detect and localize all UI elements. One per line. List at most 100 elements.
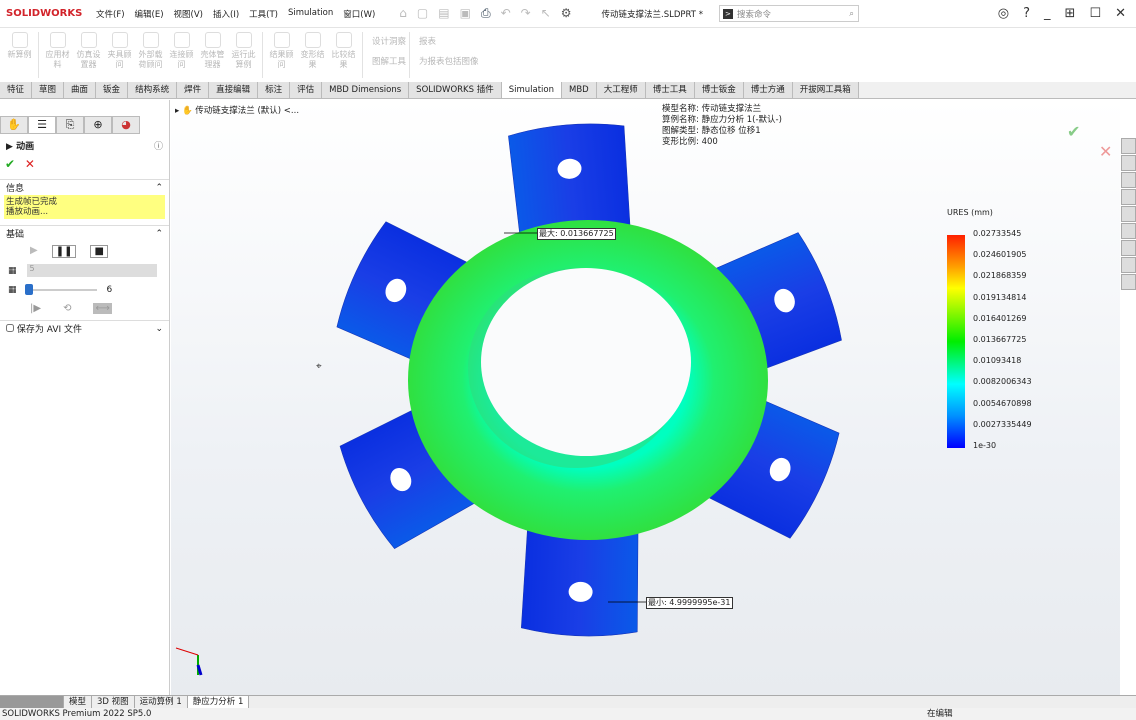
bottom-tab[interactable]: 运动算例 1 — [135, 696, 188, 708]
info-section-header[interactable]: 信息 ⌃ — [0, 179, 169, 195]
appearance-tab[interactable]: ◕ — [112, 116, 140, 134]
new-icon[interactable]: ▢ — [417, 6, 428, 21]
tab-4[interactable]: 结构系统 — [128, 82, 178, 98]
task-pane-appearances[interactable] — [1121, 206, 1136, 222]
tab-5[interactable]: 焊件 — [177, 82, 210, 98]
command-button[interactable]: 设计洞察 — [372, 32, 406, 52]
task-pane-view-palette[interactable] — [1121, 189, 1136, 205]
play-once-icon[interactable]: |▶ — [30, 303, 41, 314]
command-button[interactable]: 为报表包括图像 — [419, 52, 479, 72]
bottom-tab[interactable]: 静应力分析 1 — [187, 696, 250, 708]
save-avi-checkbox[interactable] — [6, 324, 14, 332]
tab-0[interactable]: 特征 — [0, 82, 33, 98]
config-tab[interactable]: ⎘ — [56, 116, 84, 134]
feature-tree-tab[interactable]: ✋ — [0, 116, 28, 134]
command-button[interactable]: 结果顾问 — [266, 32, 297, 78]
command-tabs: 特征 草图 曲面 钣金 结构系统 焊件 直接编辑 标注 评估 MBD Dimensions SOLI… — [0, 82, 1136, 99]
search-icon[interactable]: ⌕ — [849, 9, 854, 19]
maximize-button[interactable]: ☐ — [1089, 6, 1101, 21]
speed-slider[interactable] — [24, 284, 97, 295]
command-button[interactable]: 图解工具 — [372, 52, 406, 72]
legend-label: 0.013667725 — [973, 335, 1027, 344]
save-avi-section[interactable]: 保存为 AVI 文件 ⌄ — [0, 320, 169, 336]
tab-17[interactable]: 开拔网工具箱 — [792, 82, 859, 98]
command-button[interactable]: 仿真设置器 — [73, 32, 104, 78]
open-icon[interactable]: ▤ — [438, 6, 449, 21]
command-button[interactable]: 应用材料 — [42, 32, 73, 78]
tab-15[interactable]: 博士钣金 — [694, 82, 744, 98]
task-pane-learn[interactable] — [1121, 240, 1136, 256]
command-button[interactable]: 连接顾问 — [166, 32, 197, 78]
command-button[interactable]: 比较结果 — [328, 32, 359, 78]
menu-item[interactable]: 文件(F) — [96, 8, 125, 20]
tab-14[interactable]: 博士工具 — [645, 82, 695, 98]
menu-item[interactable]: 视图(V) — [174, 8, 203, 20]
tab-8[interactable]: 评估 — [290, 82, 323, 98]
bottom-tab[interactable]: 3D 视图 — [92, 696, 135, 708]
close-button[interactable]: ✕ — [1115, 6, 1126, 21]
menu-item[interactable]: 窗口(W) — [343, 8, 375, 20]
search-input[interactable]: > 搜索命令 ⌕ — [718, 5, 859, 22]
speed-icon: ▦ — [8, 285, 17, 295]
bottom-tabs: 模型 3D 视图 运动算例 1 静应力分析 1 — [0, 695, 1136, 708]
pause-button[interactable]: ❚❚ — [51, 245, 77, 258]
command-icon — [142, 32, 159, 48]
command-button[interactable]: 运行此算例 — [228, 32, 259, 78]
task-pane-toolbox[interactable] — [1121, 257, 1136, 273]
command-button[interactable]: 变形结果 — [297, 32, 328, 78]
dimxpert-tab[interactable]: ⊕ — [84, 116, 112, 134]
restore-button[interactable]: ⊞ — [1065, 6, 1076, 21]
property-manager-tab[interactable]: ☰ — [28, 116, 56, 134]
command-label: 壳体管理器 — [200, 50, 225, 69]
help-icon[interactable]: ? — [1023, 6, 1030, 21]
help-icon[interactable]: ⓘ — [154, 139, 163, 152]
menu-item[interactable]: 编辑(E) — [135, 8, 164, 20]
select-icon[interactable]: ↖ — [541, 6, 551, 21]
undo-icon[interactable]: ↶ — [501, 6, 511, 21]
command-button[interactable]: 壳体管理器 — [197, 32, 228, 78]
command-button[interactable]: 报表 — [419, 32, 479, 52]
flange-bore — [481, 268, 691, 456]
loop-icon[interactable]: ⟲ — [63, 303, 71, 314]
tab-9[interactable]: MBD Dimensions — [322, 82, 410, 98]
task-pane-resources[interactable] — [1121, 138, 1136, 154]
command-button[interactable]: 外部载荷顾问 — [135, 32, 166, 78]
tab-2[interactable]: 曲面 — [64, 82, 97, 98]
task-pane-explorer[interactable] — [1121, 172, 1136, 188]
tab-11[interactable]: Simulation — [501, 82, 562, 98]
cancel-button[interactable]: ✕ — [25, 157, 35, 171]
tab-16[interactable]: 博士方通 — [743, 82, 793, 98]
bottom-tab[interactable]: 模型 — [64, 696, 93, 708]
tab-13[interactable]: 大工程师 — [596, 82, 646, 98]
command-icon — [49, 32, 66, 48]
minimize-button[interactable]: _ — [1044, 6, 1051, 21]
command-button[interactable]: 新算例 — [4, 32, 35, 78]
task-pane-library[interactable] — [1121, 155, 1136, 171]
reciprocate-icon[interactable]: ⟷ — [93, 303, 112, 314]
legend-title: URES (mm) — [947, 208, 993, 217]
menu-item[interactable]: 工具(T) — [249, 8, 278, 20]
task-pane-forum[interactable] — [1121, 274, 1136, 290]
task-pane-custom[interactable] — [1121, 223, 1136, 239]
stop-button[interactable]: ■ — [90, 245, 108, 258]
tab-12[interactable]: MBD — [562, 82, 597, 98]
frames-input[interactable]: 5 — [26, 264, 157, 277]
user-icon[interactable]: ◎ — [998, 6, 1009, 21]
tab-1[interactable]: 草图 — [32, 82, 65, 98]
menu-item[interactable]: 插入(I) — [213, 8, 239, 20]
basic-section-header[interactable]: 基础 ⌃ — [0, 225, 169, 241]
tab-3[interactable]: 钣金 — [96, 82, 129, 98]
redo-icon[interactable]: ↷ — [521, 6, 531, 21]
home-icon[interactable]: ⌂ — [399, 6, 407, 21]
legend-label: 0.01093418 — [973, 356, 1022, 366]
command-button[interactable]: 夹具顾问 — [104, 32, 135, 78]
print-icon[interactable]: ⎙ — [481, 6, 491, 21]
menu-item[interactable]: Simulation — [288, 8, 333, 20]
tab-7[interactable]: 标注 — [258, 82, 291, 98]
gear-icon[interactable]: ⚙ — [561, 6, 572, 21]
tab-10[interactable]: SOLIDWORKS 插件 — [409, 82, 502, 98]
save-icon[interactable]: ▣ — [460, 6, 471, 21]
ok-button[interactable]: ✔ — [5, 157, 15, 171]
play-button[interactable]: ▶ — [30, 245, 38, 258]
tab-6[interactable]: 直接编辑 — [209, 82, 259, 98]
